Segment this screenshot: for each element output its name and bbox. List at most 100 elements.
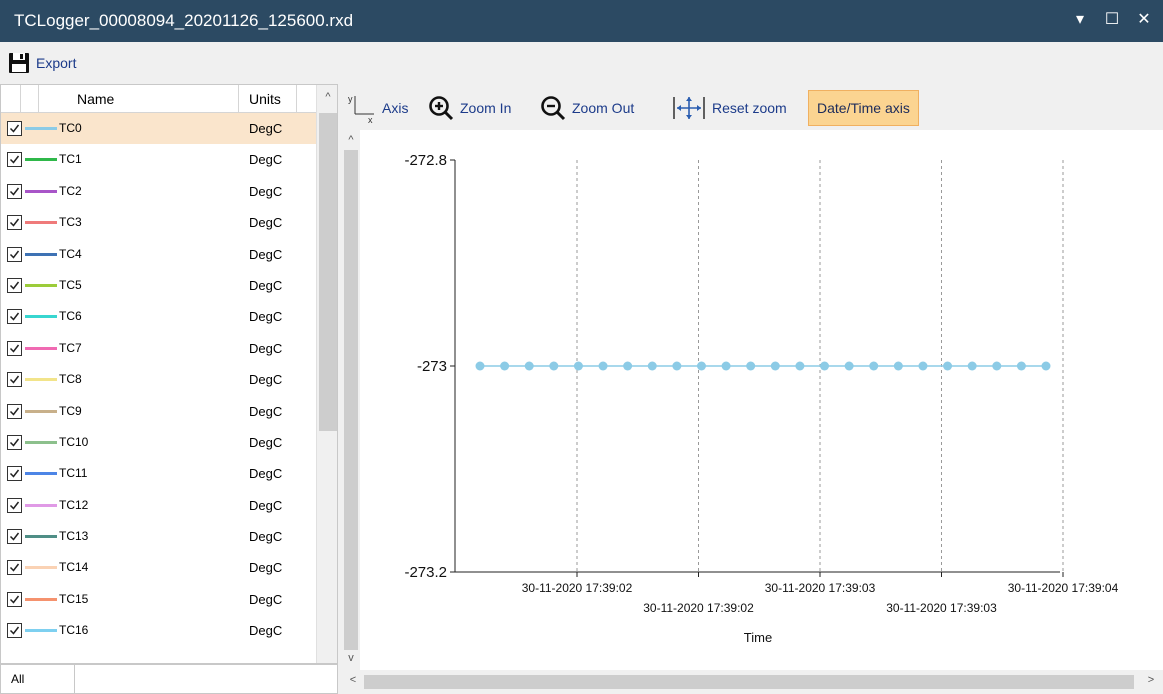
- channel-checkbox[interactable]: [7, 403, 22, 419]
- channel-row[interactable]: TC6 DegC: [1, 301, 316, 332]
- datetime-axis-toggle[interactable]: Date/Time axis: [808, 90, 919, 126]
- axis-label: Axis: [382, 100, 409, 116]
- channel-checkbox[interactable]: [7, 497, 22, 513]
- series-color-swatch: [25, 189, 57, 193]
- data-point: [1016, 361, 1026, 371]
- channel-name: TC12: [59, 497, 89, 512]
- channel-row[interactable]: TC13 DegC: [1, 521, 316, 552]
- chart-vscroll-thumb[interactable]: [344, 150, 358, 650]
- zoom-out-icon: [541, 96, 566, 121]
- checkmark-icon: [9, 250, 20, 259]
- channel-checkbox[interactable]: [7, 215, 22, 231]
- series-color-swatch: [25, 158, 57, 162]
- data-point: [967, 361, 977, 371]
- channel-checkbox[interactable]: [7, 623, 22, 639]
- channel-checkbox[interactable]: [7, 246, 22, 262]
- channel-checkbox[interactable]: [7, 591, 22, 607]
- channel-checkbox[interactable]: [7, 277, 22, 293]
- series-color-swatch: [25, 252, 57, 256]
- header-name[interactable]: Name: [39, 85, 239, 113]
- data-point: [943, 361, 953, 371]
- channel-row[interactable]: TC12 DegC: [1, 490, 316, 521]
- maximize-icon[interactable]: ☐: [1100, 9, 1124, 29]
- channel-row[interactable]: TC10 DegC: [1, 427, 316, 458]
- header-units[interactable]: Units: [239, 85, 297, 113]
- export-button[interactable]: Export: [8, 50, 76, 76]
- y-tick-label: -273: [417, 358, 447, 375]
- channel-list-panel: Name Units TC0 DegC TC1 DegC TC2 DegC TC3 DegC T…: [0, 84, 338, 664]
- channel-checkbox[interactable]: [7, 560, 22, 576]
- svg-text:y: y: [348, 94, 353, 104]
- channel-checkbox[interactable]: [7, 466, 22, 482]
- channel-row[interactable]: TC9 DegC: [1, 396, 316, 427]
- channel-units: DegC: [249, 277, 283, 293]
- chart-scroll-up-icon[interactable]: ^: [342, 134, 360, 146]
- chart-horizontal-scrollbar[interactable]: < >: [342, 670, 1163, 694]
- data-point: [524, 361, 534, 371]
- channel-row[interactable]: TC3 DegC: [1, 207, 316, 238]
- chart-scroll-down-icon[interactable]: v: [342, 652, 360, 664]
- checkmark-icon: [9, 281, 20, 290]
- channel-checkbox[interactable]: [7, 183, 22, 199]
- scroll-left-icon[interactable]: <: [344, 674, 362, 686]
- zoom-out-button[interactable]: Zoom Out: [540, 90, 634, 126]
- data-point: [721, 361, 731, 371]
- data-point: [500, 361, 510, 371]
- channel-checkbox[interactable]: [7, 152, 22, 168]
- data-point: [746, 361, 756, 371]
- checkmark-icon: [9, 564, 20, 573]
- channel-row[interactable]: TC8 DegC: [1, 364, 316, 395]
- channel-units: DegC: [249, 372, 283, 388]
- channel-list-scrollbar[interactable]: ^: [316, 85, 337, 663]
- channel-row[interactable]: TC7 DegC: [1, 333, 316, 364]
- app-window: TCLogger_00008094_20201126_125600.rxd ▾ …: [0, 0, 1163, 694]
- chart-vertical-scrollbar[interactable]: ^ v: [342, 130, 360, 670]
- channel-checkbox[interactable]: [7, 372, 22, 388]
- x-tick-label: 30-11-2020 17:39:03: [765, 581, 876, 595]
- channel-row[interactable]: TC2 DegC: [1, 176, 316, 207]
- zoom-in-icon: [429, 96, 454, 121]
- close-icon[interactable]: ✕: [1132, 9, 1156, 29]
- line-chart[interactable]: -272.8 -273 -273.2 30-11-2020 17:39:02 30-11…: [360, 130, 1163, 670]
- scroll-thumb[interactable]: [319, 113, 337, 431]
- checkmark-icon: [9, 312, 20, 321]
- channel-row[interactable]: TC16 DegC: [1, 615, 316, 646]
- series-color-swatch: [25, 221, 57, 225]
- channel-row[interactable]: TC5 DegC: [1, 270, 316, 301]
- channel-checkbox[interactable]: [7, 340, 22, 356]
- channel-row[interactable]: TC4 DegC: [1, 239, 316, 270]
- menu-dropdown-icon[interactable]: ▾: [1068, 9, 1092, 29]
- data-point: [893, 361, 903, 371]
- channel-checkbox[interactable]: [7, 309, 22, 325]
- channel-row[interactable]: TC15 DegC: [1, 584, 316, 615]
- chart-hscroll-thumb[interactable]: [364, 675, 1134, 689]
- channel-checkbox[interactable]: [7, 434, 22, 450]
- filter-bar: All: [0, 664, 338, 694]
- channel-row[interactable]: TC0 DegC: [1, 113, 316, 145]
- channel-units: DegC: [249, 623, 283, 639]
- checkmark-icon: [9, 532, 20, 541]
- header-color-column[interactable]: [21, 85, 39, 113]
- series-color-swatch: [25, 597, 57, 601]
- channel-row[interactable]: TC14 DegC: [1, 552, 316, 583]
- channel-name: TC3: [59, 215, 82, 230]
- checkmark-icon: [9, 344, 20, 353]
- data-point: [672, 361, 682, 371]
- channel-checkbox[interactable]: [7, 529, 22, 545]
- zoom-in-button[interactable]: Zoom In: [428, 90, 511, 126]
- scroll-right-icon[interactable]: >: [1142, 674, 1160, 686]
- reset-zoom-button[interactable]: Reset zoom: [672, 90, 787, 126]
- filter-all-dropdown[interactable]: All: [1, 665, 75, 693]
- channel-row[interactable]: TC1 DegC: [1, 144, 316, 175]
- save-icon: [9, 53, 29, 73]
- channel-units: DegC: [249, 309, 283, 325]
- scroll-up-icon[interactable]: ^: [319, 91, 337, 103]
- x-tick-label: 30-11-2020 17:39:04: [1008, 581, 1119, 595]
- channel-row[interactable]: TC11 DegC: [1, 458, 316, 489]
- chart-area[interactable]: -272.8 -273 -273.2 30-11-2020 17:39:02 30-11…: [360, 130, 1163, 670]
- header-checkbox-column[interactable]: [1, 85, 21, 113]
- channel-name: TC2: [59, 183, 82, 198]
- axis-button[interactable]: y x Axis: [346, 90, 408, 126]
- channel-name: TC4: [59, 246, 82, 261]
- channel-checkbox[interactable]: [7, 121, 22, 136]
